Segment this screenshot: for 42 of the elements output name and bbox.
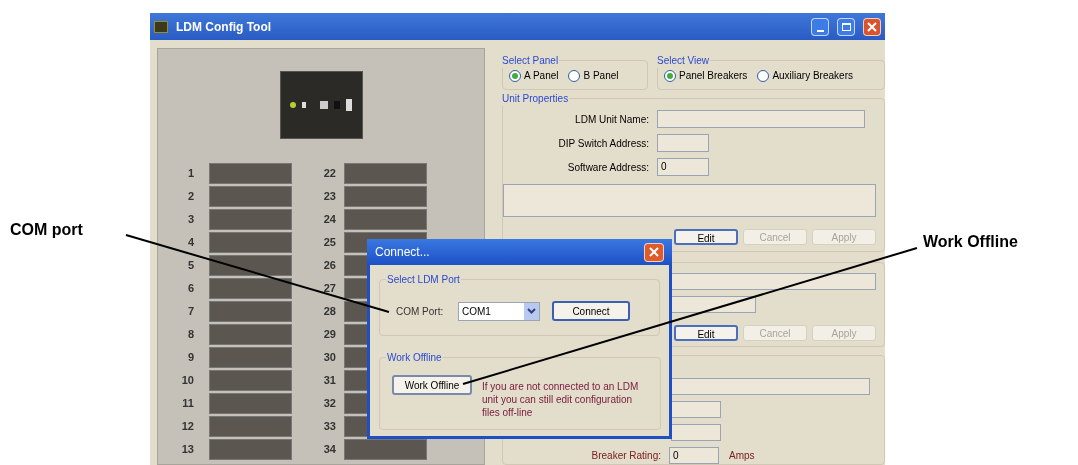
breaker-number: 22 (323, 166, 337, 182)
group-title: Select View (656, 54, 711, 68)
field-label: DIP Switch Address: (557, 136, 649, 151)
unit-label: Amps (729, 449, 755, 463)
breaker-number: 10 (180, 373, 195, 389)
breaker-number: 33 (323, 419, 337, 435)
group-title: Select Panel (501, 54, 560, 68)
breaker-number: 5 (186, 258, 195, 274)
breaker-number: 3 (186, 212, 195, 228)
breaker-number: 11 (181, 396, 195, 412)
help-text: If you are not connected to an LDM unit you can still edit configuration files off-line (482, 380, 640, 419)
field-label: LDM Unit Name: (574, 112, 649, 127)
breaker-number: 28 (323, 304, 337, 320)
field-label: Software Address: (566, 160, 649, 175)
breaker-number: 30 (323, 350, 337, 366)
breaker-number: 23 (323, 189, 337, 205)
breaker-number: 6 (186, 281, 195, 297)
group-title: Select LDM Port (386, 273, 461, 287)
field-label: Breaker Rating: (590, 449, 661, 463)
breaker-number: 2 (186, 189, 195, 205)
window-title: LDM Config Tool (176, 18, 272, 36)
breaker-number: 32 (323, 396, 337, 412)
callout-label: COM port (10, 220, 83, 240)
group-title: Work Offline (386, 351, 443, 365)
breaker-number: 1 (186, 166, 195, 182)
breaker-number: 26 (323, 258, 337, 274)
breaker-number: 8 (186, 327, 195, 343)
breaker-number: 4 (186, 235, 195, 251)
dialog-title: Connect... (375, 244, 430, 261)
breaker-number: 31 (323, 373, 337, 389)
group-title: Unit Properties (501, 92, 570, 106)
breaker-number: 7 (186, 304, 195, 320)
callout-label: Work Offline (923, 232, 1018, 252)
breaker-number: 29 (323, 327, 337, 343)
breaker-number: 24 (323, 212, 337, 228)
breaker-number: 13 (180, 442, 195, 458)
breaker-number: 27 (323, 281, 337, 297)
breaker-number: 9 (186, 350, 195, 366)
breaker-number: 25 (323, 235, 337, 251)
breaker-number: 12 (180, 419, 195, 435)
field-label: COM Port: (396, 304, 445, 319)
breaker-number: 34 (323, 442, 337, 458)
